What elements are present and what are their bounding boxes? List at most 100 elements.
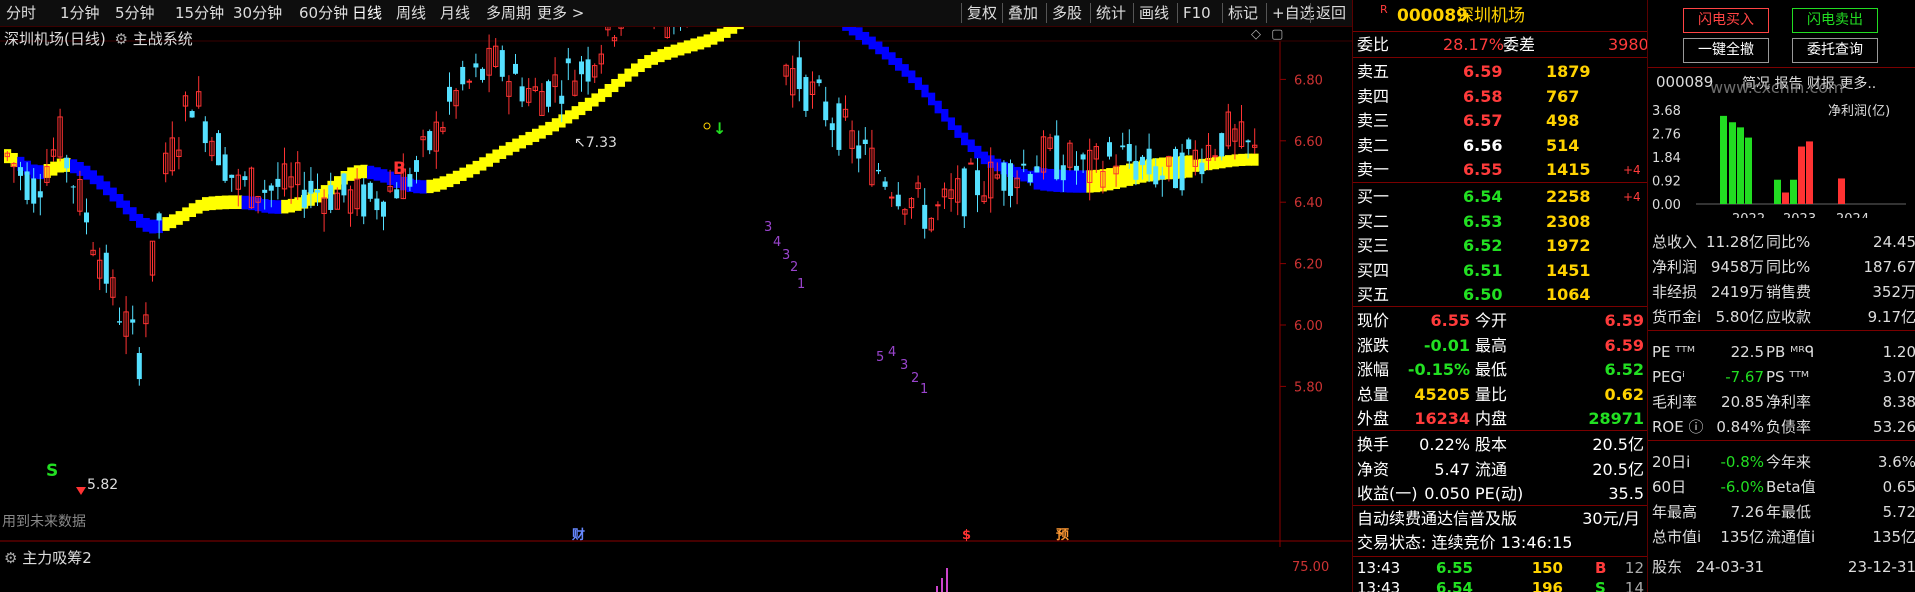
fin-value: 0.84% xyxy=(1716,418,1764,436)
profit-year-label: 2022 xyxy=(1732,212,1765,218)
period-tab-9[interactable]: 多周期 xyxy=(486,0,531,26)
bid-change: +4 xyxy=(1623,190,1641,204)
cancel-all-button[interactable]: 一键全撤 xyxy=(1683,38,1769,63)
candle-body-down xyxy=(1219,133,1225,157)
candle-body-down xyxy=(130,319,136,323)
period-tab-8[interactable]: 月线 xyxy=(440,0,470,26)
bid-row-2[interactable]: 买二 6.53 2308 xyxy=(1353,210,1648,234)
bid-price: 6.50 xyxy=(1463,285,1503,304)
candle-body-down xyxy=(117,321,122,323)
ask-price: 6.56 xyxy=(1463,135,1503,155)
order-query-button[interactable]: 委托查询 xyxy=(1792,38,1878,63)
fin-value: 23-12-31 xyxy=(1847,558,1915,576)
kline-chart-svg[interactable]: BS↖7.335.82↓3432154321财$预 7.607.407.207.… xyxy=(0,0,1352,592)
wave-count-label: 2 xyxy=(911,371,919,386)
bid-row-1[interactable]: 买一 6.54 2258 +4 xyxy=(1353,185,1648,209)
ma-ribbon-segment xyxy=(142,217,150,232)
profit-bar xyxy=(1720,115,1727,204)
fin-row-10: 年最高 7.26 年最低 5.72 xyxy=(1648,500,1915,525)
fin-value: 53.26 xyxy=(1873,418,1915,436)
toolbar-button-0[interactable]: 复权 xyxy=(967,0,997,26)
toolbar-button-1[interactable]: 叠加 xyxy=(1008,0,1038,26)
stat-label: 最低 xyxy=(1475,360,1508,379)
tick-side: S xyxy=(1595,579,1606,592)
profit-bar xyxy=(1745,137,1752,204)
toolbar-button-4[interactable]: 画线 xyxy=(1139,0,1169,26)
ma-ribbon-segment xyxy=(1238,153,1246,166)
stat-value: 45205 xyxy=(1414,384,1470,404)
ma-ribbon-segment xyxy=(690,38,698,52)
ask-row-5[interactable]: 卖五 6.59 1879 xyxy=(1353,60,1648,84)
ask-row-4[interactable]: 卖四 6.58 767 xyxy=(1353,85,1648,109)
period-tab-7[interactable]: 周线 xyxy=(396,0,426,26)
high-price-label: ↖7.33 xyxy=(574,135,617,151)
sub-indicator-title[interactable]: 主力吸筹2 xyxy=(22,549,92,567)
period-tab-1[interactable]: 1分钟 xyxy=(60,0,100,26)
fin-label: 同比% xyxy=(1766,258,1811,276)
fin-label: 应收款 xyxy=(1766,308,1812,326)
period-tab-5[interactable]: 60分钟 xyxy=(299,0,348,26)
ask-row-1[interactable]: 卖一 6.55 1415 +4 xyxy=(1353,158,1648,182)
trade-status: 交易状态: 连续竞价 13:46:15 xyxy=(1357,533,1573,552)
bid-row-3[interactable]: 买三 6.52 1972 xyxy=(1353,234,1648,258)
profit-bar xyxy=(1806,141,1813,204)
ma-ribbon-segment xyxy=(188,203,196,217)
ask-row-3[interactable]: 卖三 6.57 498 xyxy=(1353,109,1648,133)
candle-body-down xyxy=(229,174,235,178)
period-tab-6[interactable]: 日线 xyxy=(352,0,382,26)
bid-price: 6.52 xyxy=(1463,236,1503,255)
toolbar-button-7[interactable]: +自选 xyxy=(1272,0,1315,26)
kline-chart-area[interactable]: BS↖7.335.82↓3432154321财$预 7.607.407.207.… xyxy=(0,0,1352,592)
flash-buy-button[interactable]: 闪电买入 xyxy=(1683,8,1769,33)
flash-sell-button[interactable]: 闪电卖出 xyxy=(1792,8,1878,33)
period-tab-0[interactable]: 分时 xyxy=(6,0,36,26)
period-tab-10[interactable]: 更多 > xyxy=(537,0,584,26)
candle-body-down xyxy=(202,121,208,144)
ma-ribbon-segment xyxy=(1079,170,1087,193)
period-tab-3[interactable]: 15分钟 xyxy=(175,0,224,26)
bid-row-5[interactable]: 买五 6.50 1064 xyxy=(1353,283,1648,307)
period-tab-4[interactable]: 30分钟 xyxy=(233,0,282,26)
collapse-icon[interactable]: ⚙ xyxy=(4,549,17,567)
square-icon[interactable]: ▢ xyxy=(1271,27,1283,42)
ma-ribbon-segment xyxy=(928,92,936,106)
fin-row-9: 60日 -6.0% Beta值 0.65 xyxy=(1648,475,1915,500)
divider xyxy=(1648,67,1915,68)
ma-ribbon-segment xyxy=(89,170,97,185)
stat-label: 内盘 xyxy=(1475,409,1508,428)
fin-value: 9.17亿 xyxy=(1867,308,1915,326)
toolbar-button-6[interactable]: 标记 xyxy=(1228,0,1258,26)
stat-value: -0.15% xyxy=(1407,360,1470,379)
toolbar-button-2[interactable]: 多股 xyxy=(1052,0,1082,26)
diamond-icon[interactable]: ◇ xyxy=(1251,27,1261,42)
candle-body-down xyxy=(513,63,518,74)
candle-body-down xyxy=(374,198,380,211)
settings-gear-icon[interactable]: ⚙ xyxy=(115,30,128,48)
system-label[interactable]: 主战系统 xyxy=(133,30,193,48)
toolbar-button-3[interactable]: 统计 xyxy=(1096,0,1126,26)
ma-ribbon-segment xyxy=(512,138,520,152)
ma-ribbon-segment xyxy=(1225,155,1233,168)
tick-volume: 150 xyxy=(1531,559,1563,577)
ask-volume: 767 xyxy=(1546,86,1580,106)
fin-value: -6.0% xyxy=(1720,478,1764,496)
bid-row-4[interactable]: 买四 6.51 1451 xyxy=(1353,259,1648,283)
stat-value: 35.5 xyxy=(1608,484,1644,503)
ma-ribbon-segment xyxy=(367,165,375,180)
fin-row-7: ROE ⓘ 0.84% 负债率 53.26 xyxy=(1648,415,1915,440)
profit-y-tick: 1.84 xyxy=(1652,151,1681,166)
promo-row[interactable]: 自动续费通达信普及版 30元/月 xyxy=(1353,507,1648,531)
promo-text[interactable]: 自动续费通达信普及版 xyxy=(1357,507,1517,531)
ask-row-2[interactable]: 卖二 6.56 514 xyxy=(1353,134,1648,158)
ma-ribbon-segment xyxy=(644,55,652,69)
stat2-row-0: 换手 0.22% 股本 20.5亿 xyxy=(1353,433,1648,457)
toolbar-button-8[interactable]: 返回 xyxy=(1316,0,1346,26)
divider xyxy=(1353,57,1648,58)
stat-value: 6.59 xyxy=(1604,335,1644,355)
toolbar-button-5[interactable]: F10 xyxy=(1183,0,1211,26)
period-tab-2[interactable]: 5分钟 xyxy=(115,0,155,26)
wave-count-label: 2 xyxy=(790,260,798,275)
wc-label: 委差 xyxy=(1503,35,1536,54)
fin-row-0: 总收入 11.28亿 同比% 24.45 xyxy=(1648,230,1915,255)
period-toolbar: 分时 1分钟 5分钟 15分钟 30分钟 60分钟 日线 周线 月线 多周期 更多 > 复权 叠加 多股统… xyxy=(0,0,1352,27)
